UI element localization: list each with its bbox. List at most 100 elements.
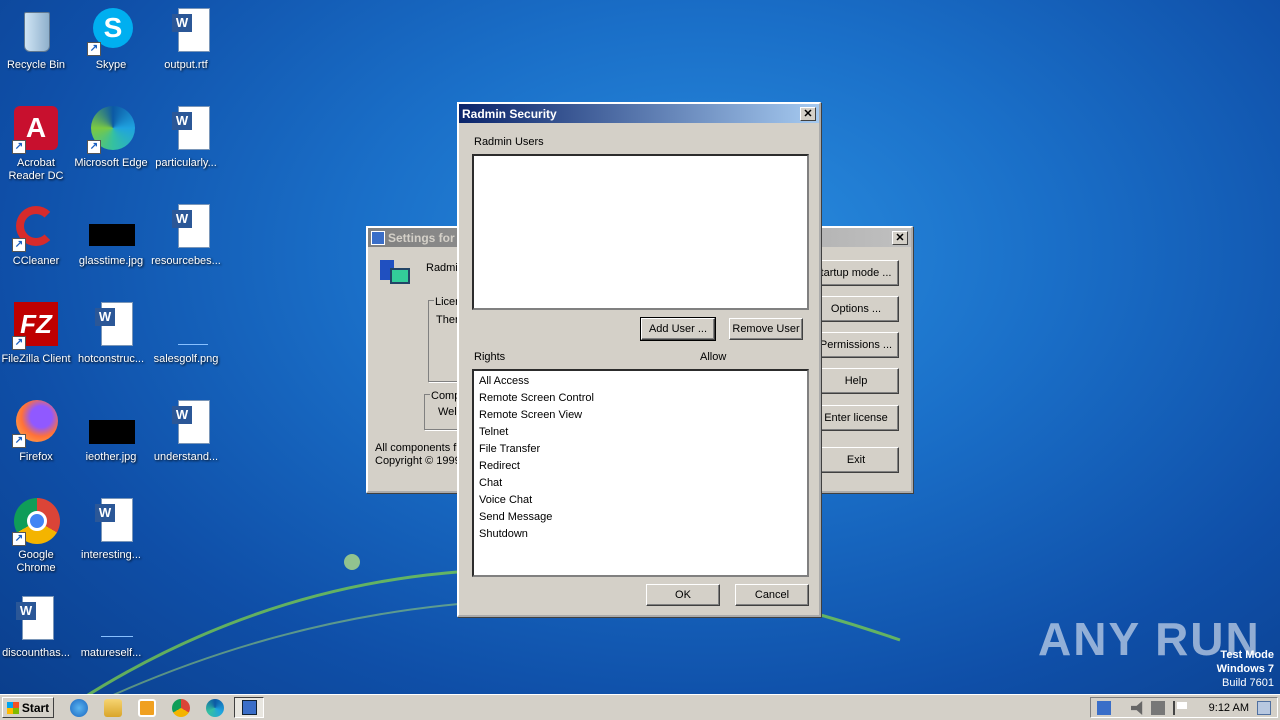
desktop-icon-skype[interactable]: S ↗ Skype	[73, 8, 149, 72]
right-item-redirect[interactable]: Redirect	[479, 458, 802, 475]
desktop-icon-ccleaner[interactable]: ↗ CCleaner	[0, 204, 74, 268]
desktop-icon-acrobat[interactable]: A ↗ Acrobat Reader DC	[0, 106, 74, 183]
action-center-flag-icon[interactable]	[1173, 701, 1187, 715]
add-user-button[interactable]: Add User ...	[640, 317, 716, 341]
show-desktop-icon[interactable]	[1257, 701, 1271, 715]
help-button[interactable]: Help	[813, 368, 899, 394]
word-document-icon: W	[162, 204, 210, 252]
internet-explorer-icon[interactable]	[70, 699, 88, 717]
radmin-users-label: Radmin Users	[474, 136, 544, 148]
os-version-label: Windows 7	[1216, 663, 1274, 675]
footer-line-1: All components fr	[375, 442, 460, 454]
rights-list[interactable]: All Access Remote Screen Control Remote …	[472, 369, 809, 577]
desktop-icon-salesgolf[interactable]: salesgolf.png	[148, 302, 224, 366]
filezilla-icon: FZ ↗	[12, 302, 60, 350]
startup-mode-button[interactable]: tartup mode ...	[813, 260, 899, 286]
word-document-icon: W	[87, 498, 135, 546]
desktop-icon-ieother[interactable]: ieother.jpg	[73, 400, 149, 464]
license-text: Ther	[436, 314, 459, 326]
taskbar: Start 9:12 AM	[0, 694, 1280, 720]
desktop-icon-discounthas[interactable]: W discounthas...	[0, 596, 74, 660]
desktop-icon-chrome[interactable]: ↗ Google Chrome	[0, 498, 74, 575]
close-icon: ✕	[895, 231, 905, 244]
windows-logo-icon	[6, 701, 19, 714]
desktop-icon-edge[interactable]: ↗ Microsoft Edge	[73, 106, 149, 170]
edge-taskbar-icon[interactable]	[206, 699, 224, 717]
image-thumbnail-icon	[87, 204, 135, 252]
desktop-icon-output[interactable]: W output.rtf	[148, 8, 224, 72]
ok-button[interactable]: OK	[646, 584, 720, 606]
desktop-icon-particularly[interactable]: W particularly...	[148, 106, 224, 170]
radmin-security-dialog: Radmin Security ✕ Radmin Users Add User …	[457, 102, 821, 617]
settings-title: Settings for	[388, 230, 455, 245]
image-thumbnail-icon	[162, 302, 210, 350]
exit-button[interactable]: Exit	[813, 447, 899, 473]
radmin-users-list[interactable]	[472, 154, 809, 310]
test-mode-label: Test Mode	[1220, 649, 1274, 661]
acrobat-reader-icon: A ↗	[12, 106, 60, 154]
right-item-send-message[interactable]: Send Message	[479, 509, 802, 526]
right-item-telnet[interactable]: Telnet	[479, 424, 802, 441]
right-item-all-access[interactable]: All Access	[479, 373, 802, 390]
desktop-icon-resourcebes[interactable]: W resourcebes...	[148, 204, 224, 268]
desktop-icon-glasstime[interactable]: glasstime.jpg	[73, 204, 149, 268]
radmin-taskbar-button[interactable]	[234, 697, 264, 718]
security-titlebar[interactable]: Radmin Security ✕	[459, 104, 819, 123]
word-document-icon: W	[162, 8, 210, 56]
desktop-icon-hotconstruc[interactable]: W hotconstruc...	[73, 302, 149, 366]
allow-column-header: Allow	[700, 351, 727, 363]
firefox-icon: ↗	[12, 400, 60, 448]
word-document-icon: W	[162, 400, 210, 448]
network-icon[interactable]	[1151, 701, 1165, 715]
radmin-logo-icon	[380, 260, 410, 290]
desktop-icon-matureself[interactable]: matureself...	[73, 596, 149, 660]
test-mode-notice: Test Mode Windows 7 Build 7601	[1217, 648, 1274, 690]
remove-user-button[interactable]: Remove User	[729, 318, 803, 340]
right-item-chat[interactable]: Chat	[479, 475, 802, 492]
build-label: Build 7601	[1222, 677, 1274, 689]
skype-icon: S ↗	[87, 8, 135, 56]
right-item-remote-screen-view[interactable]: Remote Screen View	[479, 407, 802, 424]
word-document-icon: W	[162, 106, 210, 154]
radmin-tray-icon[interactable]	[1097, 701, 1111, 715]
right-item-file-transfer[interactable]: File Transfer	[479, 441, 802, 458]
image-thumbnail-icon	[87, 596, 135, 644]
file-explorer-icon[interactable]	[104, 699, 122, 717]
edge-icon: ↗	[87, 106, 135, 154]
cancel-button[interactable]: Cancel	[735, 584, 809, 606]
footer-line-2: Copyright © 1999	[375, 455, 461, 467]
system-tray: 9:12 AM	[1090, 697, 1278, 718]
desktop-icon-understand[interactable]: W understand...	[148, 400, 224, 464]
word-document-icon: W	[87, 302, 135, 350]
rights-column-header: Rights	[474, 351, 506, 363]
product-name: Radmi	[426, 262, 458, 274]
desktop-icon-filezilla[interactable]: FZ ↗ FileZilla Client	[0, 302, 74, 366]
media-player-icon[interactable]	[138, 699, 156, 717]
right-item-remote-screen-control[interactable]: Remote Screen Control	[479, 390, 802, 407]
options-button[interactable]: Options ...	[813, 296, 899, 322]
security-close-button[interactable]: ✕	[800, 106, 816, 121]
enter-license-button[interactable]: Enter license	[813, 405, 899, 431]
volume-icon[interactable]	[1131, 701, 1143, 715]
word-document-icon: W	[12, 596, 60, 644]
settings-close-button[interactable]: ✕	[892, 230, 908, 245]
ccleaner-icon: ↗	[12, 204, 60, 252]
desktop-icon-firefox[interactable]: ↗ Firefox	[0, 400, 74, 464]
permissions-button[interactable]: Permissions ...	[813, 332, 899, 358]
radmin-small-icon	[371, 230, 385, 245]
right-item-shutdown[interactable]: Shutdown	[479, 526, 802, 543]
chrome-taskbar-icon[interactable]	[172, 699, 190, 717]
close-icon: ✕	[803, 107, 813, 120]
security-title: Radmin Security	[462, 106, 557, 121]
desktop-icon-recycle-bin[interactable]: Recycle Bin	[0, 8, 74, 72]
right-item-voice-chat[interactable]: Voice Chat	[479, 492, 802, 509]
desktop-icon-interesting[interactable]: W interesting...	[73, 498, 149, 562]
image-thumbnail-icon	[87, 400, 135, 448]
radmin-taskbar-icon	[242, 700, 257, 715]
taskbar-clock[interactable]: 9:12 AM	[1209, 702, 1249, 714]
components-text: Wel	[438, 406, 457, 418]
recycle-bin-icon	[12, 8, 60, 56]
start-label: Start	[21, 700, 50, 715]
chrome-icon: ↗	[12, 498, 60, 546]
start-button[interactable]: Start	[2, 697, 54, 718]
